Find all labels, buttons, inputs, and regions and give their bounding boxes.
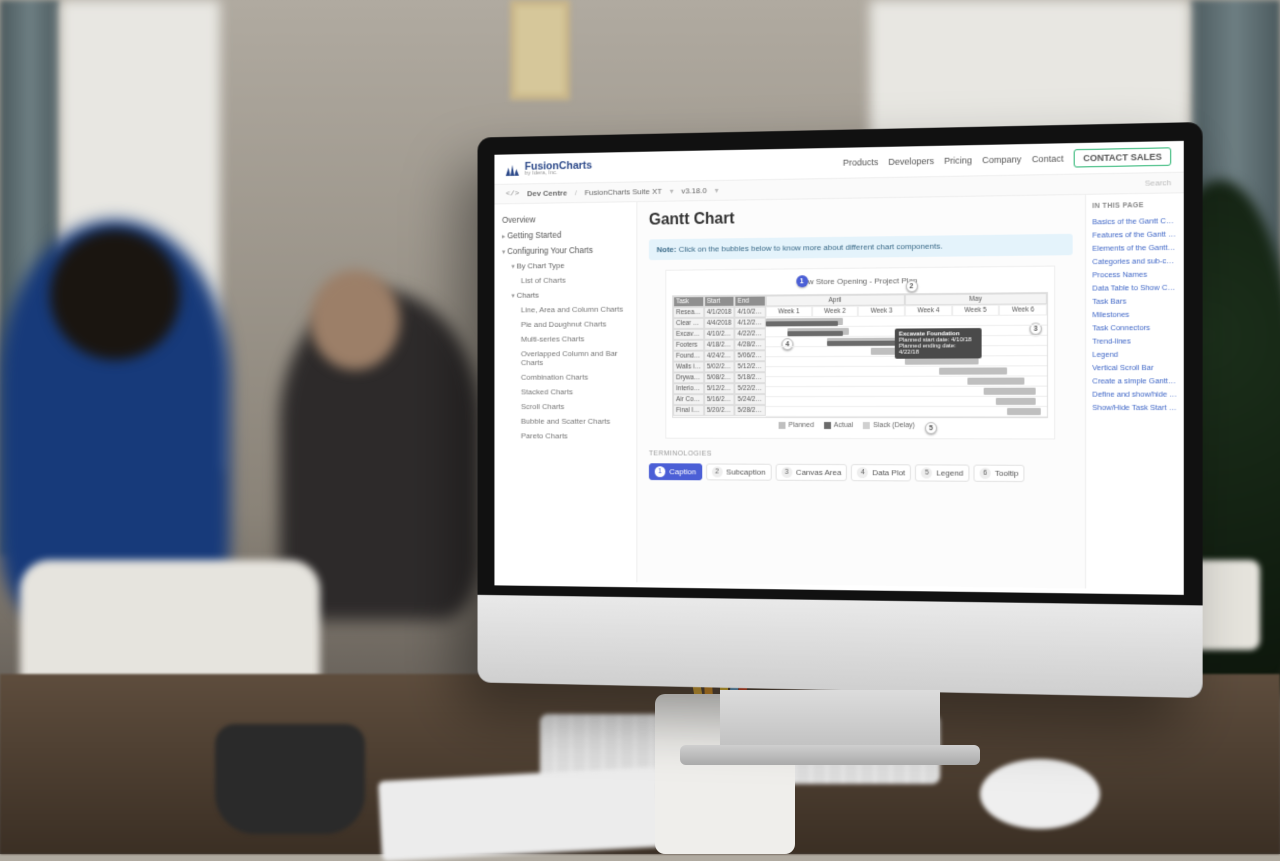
imac-monitor: FusionCharts by Idera, Inc. Products Dev… — [465, 130, 1195, 690]
nav-pricing[interactable]: Pricing — [944, 155, 972, 166]
nav-contact[interactable]: Contact — [1032, 153, 1064, 164]
chip-data-plot[interactable]: 4Data Plot — [851, 464, 911, 481]
screen: FusionCharts by Idera, Inc. Products Dev… — [494, 141, 1183, 595]
toc-link-0[interactable]: Basics of the Gantt Chart — [1092, 214, 1177, 229]
toc-link-5[interactable]: Data Table to Show Columns — [1092, 281, 1177, 295]
sidebar-item-chart-6[interactable]: Scroll Charts — [500, 399, 631, 414]
nav-products[interactable]: Products — [843, 157, 878, 168]
nav-developers[interactable]: Developers — [888, 156, 934, 167]
page-title: Gantt Chart — [649, 205, 1073, 229]
toc-link-1[interactable]: Features of the Gantt Chart — [1092, 227, 1177, 241]
sidebar-item-chart-1[interactable]: Pie and Doughnut Charts — [500, 316, 631, 332]
gantt-bar[interactable] — [827, 341, 900, 346]
gantt-chart-preview: 1 New Store Opening - Project Plan 2 3 4… — [665, 266, 1055, 440]
sidebar-item-charts[interactable]: Charts — [500, 287, 631, 303]
sidebar-item-chart-7[interactable]: Bubble and Scatter Charts — [500, 414, 631, 429]
chart-caption: New Store Opening - Project Plan — [798, 276, 918, 286]
sidebar-right: IN THIS PAGE Basics of the Gantt ChartFe… — [1085, 193, 1184, 589]
chip-legend[interactable]: 5Legend — [915, 464, 969, 481]
toc-link-14[interactable]: Show/Hide Task Start and End Date — [1092, 401, 1177, 414]
sidebar-item-chart-0[interactable]: Line, Area and Column Charts — [500, 302, 631, 318]
main-content: Gantt Chart Note: Click on the bubbles b… — [637, 195, 1085, 589]
gantt-bar[interactable] — [1007, 408, 1041, 415]
sidebar-item-getting-started[interactable]: Getting Started — [500, 226, 631, 243]
sidebar-item-overview[interactable]: Overview — [500, 210, 631, 228]
sidebar-item-by-chart-type[interactable]: By Chart Type — [500, 257, 631, 273]
sidebar-item-configuring[interactable]: Configuring Your Charts — [500, 242, 631, 259]
chart-tooltip: Excavate Foundation Planned start date: … — [895, 328, 982, 359]
dev-centre-label[interactable]: Dev Centre — [527, 189, 567, 198]
toc-link-7[interactable]: Milestones — [1092, 307, 1177, 321]
toc-link-11[interactable]: Vertical Scroll Bar — [1092, 361, 1177, 375]
toc-link-9[interactable]: Trend-lines — [1092, 334, 1177, 348]
toc-link-3[interactable]: Categories and sub-categories (dates) — [1092, 254, 1177, 268]
gantt-bar[interactable] — [995, 398, 1035, 405]
gantt-bar[interactable] — [788, 331, 843, 336]
gantt-bar[interactable] — [967, 378, 1024, 385]
toc-link-8[interactable]: Task Connectors — [1092, 321, 1177, 335]
sidebar-item-chart-3[interactable]: Overlapped Column and Bar Charts — [500, 346, 631, 370]
chip-caption[interactable]: 1Caption — [649, 463, 702, 480]
mouse — [980, 759, 1100, 829]
toc-link-4[interactable]: Process Names — [1092, 267, 1177, 281]
terminologies-label: TERMINOLOGIES — [649, 450, 1073, 458]
terminology-chips: 1Caption2Subcaption3Canvas Area4Data Plo… — [649, 463, 1073, 482]
toc-link-10[interactable]: Legend — [1092, 347, 1177, 361]
code-icon: </> — [506, 189, 520, 198]
toc-link-2[interactable]: Elements of the Gantt Chart — [1092, 241, 1177, 255]
chip-canvas-area[interactable]: 3Canvas Area — [775, 464, 847, 481]
in-this-page-heading: IN THIS PAGE — [1092, 202, 1177, 210]
sidebar-item-chart-5[interactable]: Stacked Charts — [500, 384, 631, 399]
bubble-1[interactable]: 1 — [796, 275, 808, 287]
chip-tooltip[interactable]: 6Tooltip — [974, 465, 1025, 482]
sidebar-item-chart-2[interactable]: Multi-series Charts — [500, 331, 631, 346]
contact-sales-button[interactable]: CONTACT SALES — [1074, 147, 1171, 167]
toc-link-12[interactable]: Create a simple Gantt Chart — [1092, 374, 1177, 387]
toc-link-6[interactable]: Task Bars — [1092, 294, 1177, 308]
toc-link-13[interactable]: Define and show/hide Task Labels — [1092, 387, 1177, 400]
gantt-bar[interactable] — [939, 367, 1007, 374]
info-note: Note: Click on the bubbles below to know… — [649, 234, 1073, 260]
brand-logo-icon — [506, 162, 519, 176]
sidebar-item-chart-8[interactable]: Pareto Charts — [500, 429, 631, 444]
sidebar-left: Overview Getting Started Configuring You… — [494, 202, 637, 582]
gantt-bar[interactable] — [766, 321, 838, 326]
sidebar-item-chart-4[interactable]: Combination Charts — [500, 370, 631, 385]
primary-nav: Products Developers Pricing Company Cont… — [843, 147, 1171, 171]
chip-subcaption[interactable]: 2Subcaption — [706, 463, 772, 480]
search-input[interactable]: Search — [1145, 178, 1171, 188]
chart-legend: Planned Actual Slack (Delay) 5 — [672, 418, 1048, 434]
bubble-5[interactable]: 5 — [925, 422, 937, 434]
breadcrumb-product[interactable]: FusionCharts Suite XT — [584, 187, 661, 197]
gantt-bar[interactable] — [984, 388, 1035, 395]
sidebar-item-list-of-charts[interactable]: List of Charts — [500, 272, 631, 288]
bubble-2[interactable]: 2 — [905, 280, 917, 292]
version-selector[interactable]: v3.18.0 — [681, 186, 707, 195]
nav-company[interactable]: Company — [982, 154, 1021, 165]
